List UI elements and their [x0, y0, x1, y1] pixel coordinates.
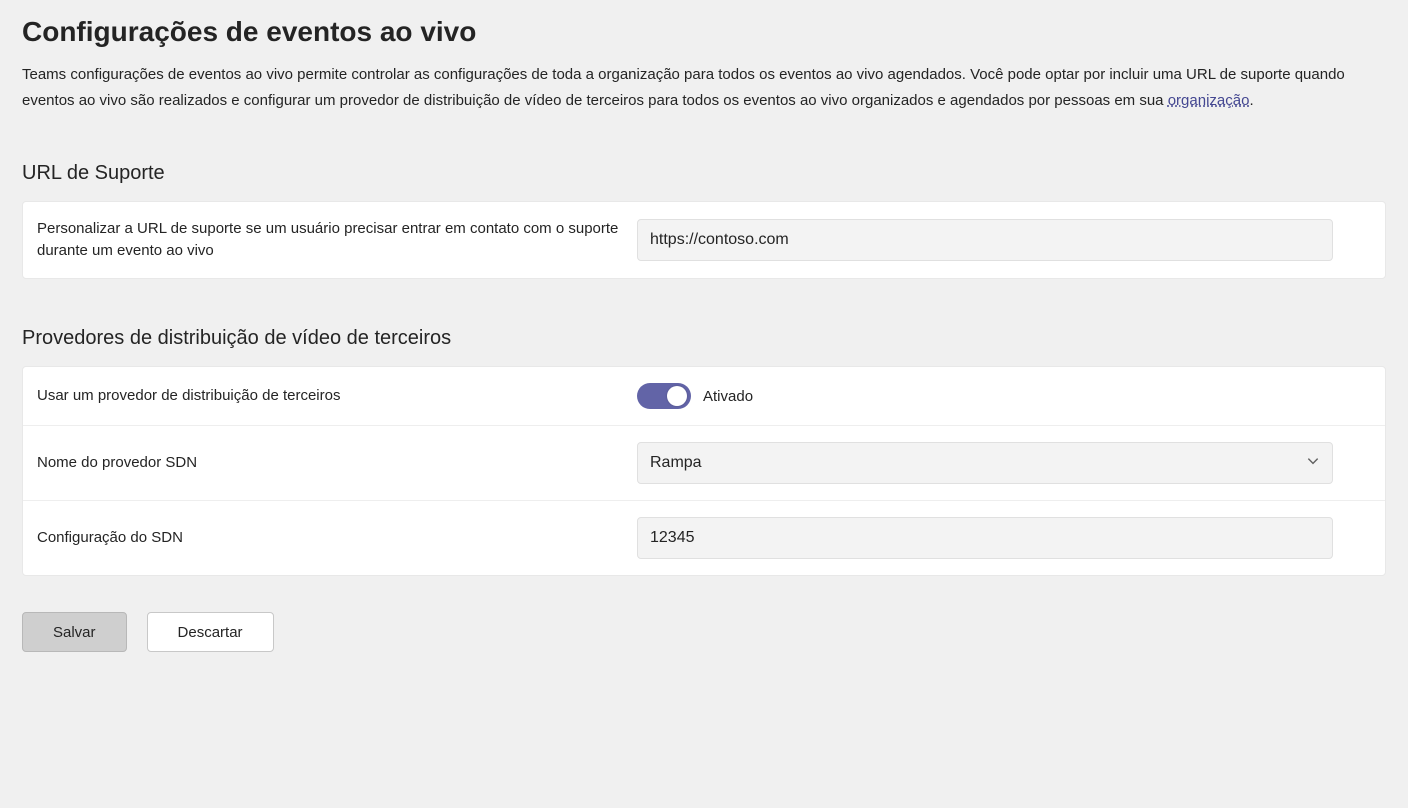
page-description: Teams configurações de eventos ao vivo p…	[22, 62, 1382, 114]
support-url-row: Personalizar a URL de suporte se um usuá…	[23, 202, 1385, 278]
providers-section-title: Provedores de distribuição de vídeo de t…	[22, 327, 1386, 350]
sdn-name-label: Nome do provedor SDN	[37, 452, 637, 474]
use-provider-row: Usar um provedor de distribuição de terc…	[23, 367, 1385, 425]
support-url-panel: Personalizar a URL de suporte se um usuá…	[22, 201, 1386, 279]
page-description-post: .	[1249, 92, 1253, 109]
use-provider-label: Usar um provedor de distribuição de terc…	[37, 385, 637, 407]
support-url-section-title: URL de Suporte	[22, 162, 1386, 185]
learn-more-link[interactable]: organização	[1168, 92, 1250, 109]
sdn-name-row: Nome do provedor SDN Rampa	[23, 425, 1385, 500]
toggle-state-label: Ativado	[703, 388, 753, 405]
page-title: Configurações de eventos ao vivo	[22, 0, 1386, 48]
page-description-pre: Teams configurações de eventos ao vivo p…	[22, 66, 1345, 109]
support-url-input[interactable]	[637, 219, 1333, 261]
chevron-down-icon	[1306, 454, 1320, 473]
sdn-config-input[interactable]	[637, 517, 1333, 559]
toggle-knob	[667, 386, 687, 406]
providers-panel: Usar um provedor de distribuição de terc…	[22, 366, 1386, 576]
footer-actions: Salvar Descartar	[22, 612, 1386, 672]
sdn-config-row: Configuração do SDN	[23, 500, 1385, 575]
support-url-label: Personalizar a URL de suporte se um usuá…	[37, 218, 637, 262]
save-button[interactable]: Salvar	[22, 612, 127, 652]
sdn-name-dropdown[interactable]: Rampa	[637, 442, 1333, 484]
sdn-name-value: Rampa	[650, 454, 702, 472]
sdn-config-label: Configuração do SDN	[37, 527, 637, 549]
discard-button[interactable]: Descartar	[147, 612, 274, 652]
use-provider-toggle[interactable]	[637, 383, 691, 409]
